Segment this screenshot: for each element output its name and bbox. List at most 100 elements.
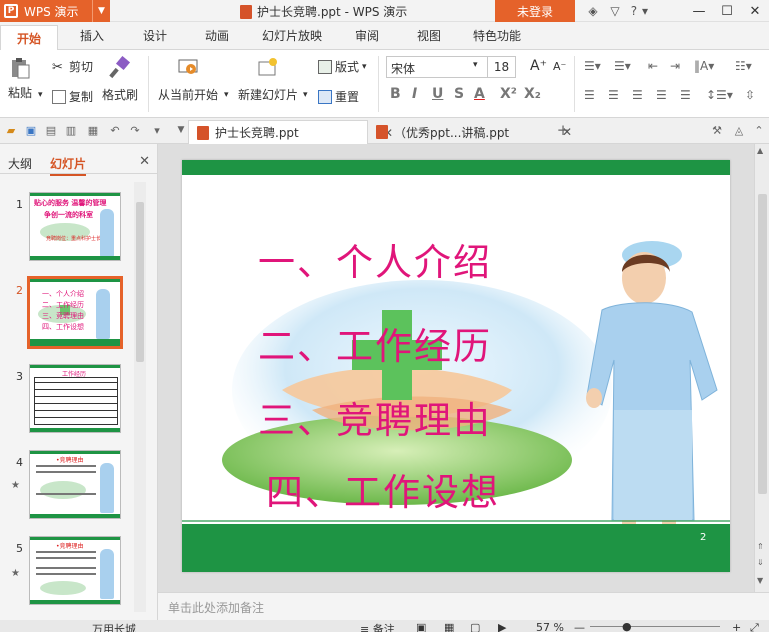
normal-view-icon[interactable]: ▣	[416, 621, 426, 632]
tab-insert[interactable]: 插入	[80, 27, 104, 44]
doc-tab-active[interactable]: 护士长竞聘.ppt ✕	[188, 120, 393, 144]
tab-review[interactable]: 审阅	[355, 27, 379, 44]
distribute-icon[interactable]: ☰	[680, 88, 691, 102]
from-current-dropdown-icon[interactable]: ▾	[224, 90, 229, 100]
slide-thumbnail-2[interactable]: 一、个人介绍 二、工作经历 三、竞聘理由 四、工作设想	[27, 276, 123, 349]
paste-button[interactable]: 粘贴	[8, 56, 32, 101]
paragraph-icon[interactable]: ⇳	[745, 88, 755, 102]
justify-icon[interactable]: ☰	[656, 88, 667, 102]
decrease-font-icon[interactable]: A⁻	[553, 60, 566, 73]
zoom-out-icon[interactable]: —	[574, 621, 585, 632]
reading-view-icon[interactable]: ▢	[470, 621, 480, 632]
scroll-next-page-icon[interactable]: ⇓	[757, 558, 764, 567]
new-tab-icon[interactable]: +	[556, 121, 570, 139]
text-direction-icon[interactable]: ‖A▾	[694, 59, 714, 73]
save-icon[interactable]: ▣	[24, 123, 38, 137]
sorter-view-icon[interactable]: ▦	[444, 621, 454, 632]
align-left-icon[interactable]: ☰	[584, 88, 595, 102]
tab-slides[interactable]: 幻灯片	[50, 155, 87, 176]
slide-thumbnail-4[interactable]: •竞聘理由	[29, 450, 121, 519]
play-icon[interactable]: ▶	[498, 621, 506, 632]
line-spacing-icon[interactable]: ↕☰▾	[706, 88, 733, 102]
zoom-level[interactable]: 57 %	[536, 621, 564, 632]
superscript-button[interactable]: X²	[500, 86, 517, 102]
align-right-icon[interactable]: ☰	[632, 88, 643, 102]
increase-font-icon[interactable]: A⁺	[530, 58, 547, 74]
italic-button[interactable]: I	[412, 86, 417, 102]
collapse-ribbon-icon[interactable]: ⌃	[752, 123, 766, 137]
minimize-icon[interactable]: —	[685, 0, 713, 22]
font-size-input[interactable]: 18	[487, 57, 515, 77]
tab-slideshow[interactable]: 幻灯片放映	[262, 27, 322, 44]
notes-toggle[interactable]: ≡ 备注	[360, 621, 395, 632]
slide-thumbnail-3[interactable]: 工作经历	[29, 364, 121, 433]
tab-design[interactable]: 设计	[143, 27, 167, 44]
zoom-slider[interactable]	[590, 626, 720, 627]
login-button[interactable]: 未登录	[495, 0, 575, 22]
canvas-scrollbar[interactable]: ▲ ⇑ ⇓ ▼	[754, 144, 769, 592]
align-center-icon[interactable]: ☰	[608, 88, 619, 102]
bullet-list-icon[interactable]: ☰▾	[584, 59, 601, 73]
print-icon[interactable]: ▥	[64, 123, 78, 137]
slide-item-1[interactable]: 一、个人介绍	[258, 232, 492, 286]
tab-animation[interactable]: 动画	[205, 27, 229, 44]
font-color-button[interactable]: A	[474, 86, 485, 102]
indent-icon[interactable]: ⇥	[670, 59, 680, 73]
pin-icon[interactable]: ⚒	[710, 123, 724, 137]
new-slide-button[interactable]: 新建幻灯片	[238, 56, 298, 103]
subscript-button[interactable]: X₂	[524, 86, 541, 102]
columns-icon[interactable]: ☷▾	[735, 59, 752, 73]
layout-button[interactable]: 版式 ▾	[318, 58, 367, 75]
zoom-slider-handle[interactable]: ●	[622, 620, 632, 632]
scroll-down-icon[interactable]: ▼	[757, 576, 763, 585]
tab-view[interactable]: 视图	[417, 27, 441, 44]
new-slide-dropdown-icon[interactable]: ▾	[303, 90, 308, 100]
scroll-up-icon[interactable]: ▲	[757, 146, 763, 155]
chevron-down-icon[interactable]: ▼	[92, 0, 110, 22]
skin-icon[interactable]: ◈	[582, 2, 604, 20]
print-preview-icon[interactable]: ▤	[44, 123, 58, 137]
slide-item-3[interactable]: 三、竞聘理由	[258, 390, 492, 444]
reset-button[interactable]: 重置	[318, 88, 359, 105]
paste-dropdown-icon[interactable]: ▾	[38, 90, 43, 100]
zoom-in-icon[interactable]: +	[732, 621, 741, 632]
tab-home[interactable]: 开始	[0, 25, 59, 51]
quick-access-dropdown-icon[interactable]: ▾	[150, 123, 164, 137]
slide-2[interactable]: 一、个人介绍 二、工作经历 三、竞聘理由 四、工作设想 2	[182, 160, 730, 572]
undo-icon[interactable]: ↶	[108, 123, 122, 137]
scrollbar-thumb[interactable]	[758, 194, 767, 494]
doc-tab[interactable]: （优秀ppt...讲稿.ppt ✕	[368, 120, 572, 144]
font-selector[interactable]: 宋体 ▾ 18	[386, 56, 516, 78]
fit-window-icon[interactable]: ⤢	[750, 621, 759, 632]
slide-thumbnail-1[interactable]: 贴心的服务 温馨的管理 争创一流的科室 竞聘岗位：重点科护士长	[29, 192, 121, 261]
slide-thumbnail-5[interactable]: •竞聘理由	[29, 536, 121, 605]
notes-pane[interactable]: 单击此处添加备注	[158, 592, 769, 620]
close-icon[interactable]: ✕	[741, 0, 769, 22]
copy-button[interactable]: 复制	[52, 88, 93, 105]
tab-special[interactable]: 特色功能	[473, 27, 521, 44]
outdent-icon[interactable]: ⇤	[648, 59, 658, 73]
cut-button[interactable]: ✂ 剪切	[52, 58, 93, 75]
scroll-prev-page-icon[interactable]: ⇑	[757, 542, 764, 551]
share-icon[interactable]: ◬	[732, 123, 746, 137]
maximize-icon[interactable]: ☐	[713, 0, 741, 22]
tab-outline[interactable]: 大纲	[8, 155, 32, 172]
help-icon[interactable]: ? ▾	[626, 2, 648, 20]
status-bar: 万用长城 ≡ 备注 ▣ ▦ ▢ ▶ 57 % — ● + ⤢	[0, 620, 769, 632]
tab-list-icon[interactable]: ▼	[174, 123, 188, 137]
open-icon[interactable]: ▰	[4, 123, 18, 137]
underline-button[interactable]: U	[432, 86, 443, 102]
slide-item-4[interactable]: 四、工作设想	[266, 462, 500, 516]
numbered-list-icon[interactable]: ☰▾	[614, 59, 631, 73]
panel-scrollbar[interactable]	[134, 182, 146, 612]
redo-icon[interactable]: ↷	[128, 123, 142, 137]
shirt-icon[interactable]: ▽	[604, 2, 626, 20]
bold-button[interactable]: B	[390, 86, 401, 102]
export-icon[interactable]: ▦	[86, 123, 100, 137]
format-painter-button[interactable]: 格式刷	[102, 56, 138, 103]
app-menu-button[interactable]: P WPS 演示 ▼	[0, 0, 110, 22]
close-panel-icon[interactable]: ✕	[139, 154, 150, 169]
strikethrough-button[interactable]: S	[454, 86, 464, 102]
slide-item-2[interactable]: 二、工作经历	[258, 316, 492, 370]
from-current-button[interactable]: 从当前开始	[158, 56, 218, 103]
